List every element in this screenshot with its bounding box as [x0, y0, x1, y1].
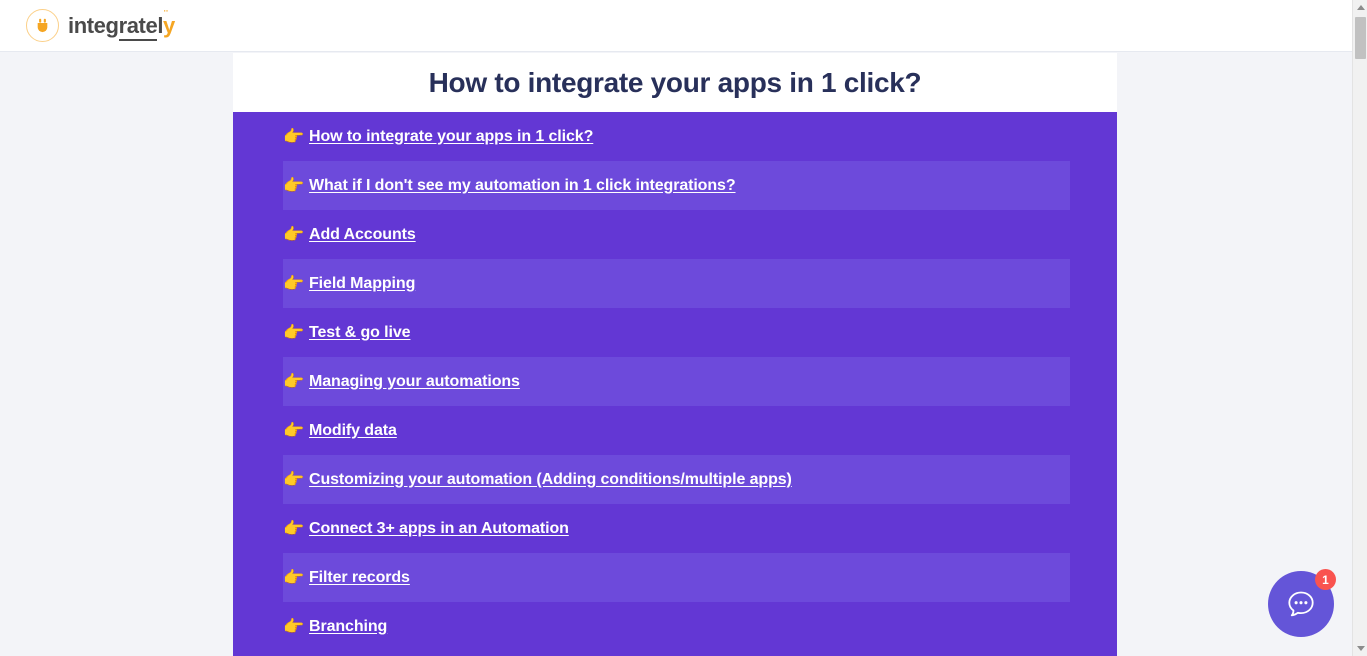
chat-unread-badge: 1: [1315, 569, 1336, 590]
list-item-inner: 👉 Field Mapping: [283, 275, 1070, 293]
scroll-up-arrow-icon[interactable]: [1353, 0, 1367, 15]
logo-wordmark: integratel ¨ y: [68, 8, 175, 41]
list-item[interactable]: 👉 How to integrate your apps in 1 click?: [233, 112, 1117, 161]
list-item[interactable]: 👉 Add Accounts: [233, 210, 1117, 259]
list-item-link[interactable]: What if I don't see my automation in 1 c…: [309, 177, 736, 195]
page-title: How to integrate your apps in 1 click?: [428, 66, 922, 98]
pointing-finger-icon: 👉: [283, 372, 305, 391]
page-scrollbar[interactable]: [1352, 0, 1367, 656]
list-item-inner: 👉 Filter records: [283, 569, 1070, 587]
list-item-link[interactable]: Add Accounts: [309, 226, 416, 244]
list-item-inner: 👉 What if I don't see my automation in 1 …: [283, 177, 1070, 195]
pointing-finger-icon: 👉: [283, 225, 305, 244]
list-item-inner: 👉 How to integrate your apps in 1 click?: [283, 128, 593, 146]
list-item-inner: 👉 Customizing your automation (Adding con…: [283, 471, 1070, 489]
page-body: How to integrate your apps in 1 click? 👉…: [0, 53, 1352, 656]
list-item[interactable]: 👉 Modify data: [233, 406, 1117, 455]
list-item-link[interactable]: Customizing your automation (Adding cond…: [309, 471, 792, 489]
link-list: 👉 How to integrate your apps in 1 click? 👉…: [233, 112, 1117, 656]
list-item[interactable]: 👉 Managing your automations: [283, 357, 1070, 406]
list-item[interactable]: 👉 What if I don't see my automation in 1 …: [283, 161, 1070, 210]
pointing-finger-icon: 👉: [283, 274, 305, 293]
list-item-inner: 👉 Connect 3+ apps in an Automation: [283, 520, 569, 538]
list-item-inner: 👉 Branching: [283, 618, 387, 636]
pointing-finger-icon: 👉: [283, 323, 305, 342]
list-item[interactable]: 👉 Field Mapping: [283, 259, 1070, 308]
pointing-finger-icon: 👉: [283, 127, 305, 146]
list-item-link[interactable]: Test & go live: [309, 324, 411, 342]
plug-icon: [26, 9, 59, 42]
list-item-inner: 👉 Managing your automations: [283, 373, 1070, 391]
logo-text-part-4: ¨ y: [163, 8, 175, 38]
list-item[interactable]: 👉 Filter records: [283, 553, 1070, 602]
list-item-link[interactable]: How to integrate your apps in 1 click?: [309, 128, 593, 146]
pointing-finger-icon: 👉: [283, 519, 305, 538]
help-card: How to integrate your apps in 1 click? 👉…: [233, 53, 1117, 656]
pointing-finger-icon: 👉: [283, 470, 305, 489]
scroll-down-arrow-icon[interactable]: [1353, 641, 1367, 656]
list-item-link[interactable]: Filter records: [309, 569, 410, 587]
list-item-inner: 👉 Test & go live: [283, 323, 411, 342]
list-item-link[interactable]: Connect 3+ apps in an Automation: [309, 520, 569, 538]
pointing-finger-icon: 👉: [283, 617, 305, 636]
scrollbar-thumb[interactable]: [1355, 17, 1366, 59]
list-item-link[interactable]: Modify data: [309, 422, 397, 440]
pointing-finger-icon: 👉: [283, 176, 305, 195]
list-item-inner: 👉 Add Accounts: [283, 226, 416, 244]
list-item-inner: 👉 Modify data: [283, 422, 397, 440]
logo[interactable]: integratel ¨ y: [26, 9, 175, 42]
list-item-link[interactable]: Managing your automations: [309, 373, 520, 391]
list-item-link[interactable]: Branching: [309, 618, 387, 636]
list-item[interactable]: 👉 Test & go live: [233, 308, 1117, 357]
pointing-finger-icon: 👉: [283, 421, 305, 440]
logo-umlaut: ¨: [164, 8, 169, 21]
list-item-link[interactable]: Field Mapping: [309, 275, 415, 293]
list-item[interactable]: 👉 Connect 3+ apps in an Automation: [233, 504, 1117, 553]
logo-text-part-2: rate: [118, 12, 158, 41]
site-header: integratel ¨ y: [0, 0, 1352, 52]
list-item[interactable]: 👉 Branching: [233, 602, 1117, 651]
logo-text-part-1: integ: [68, 12, 119, 38]
list-item[interactable]: 👉 Customizing your automation (Adding con…: [283, 455, 1070, 504]
pointing-finger-icon: 👉: [283, 568, 305, 587]
chat-widget[interactable]: 1: [1268, 569, 1336, 637]
